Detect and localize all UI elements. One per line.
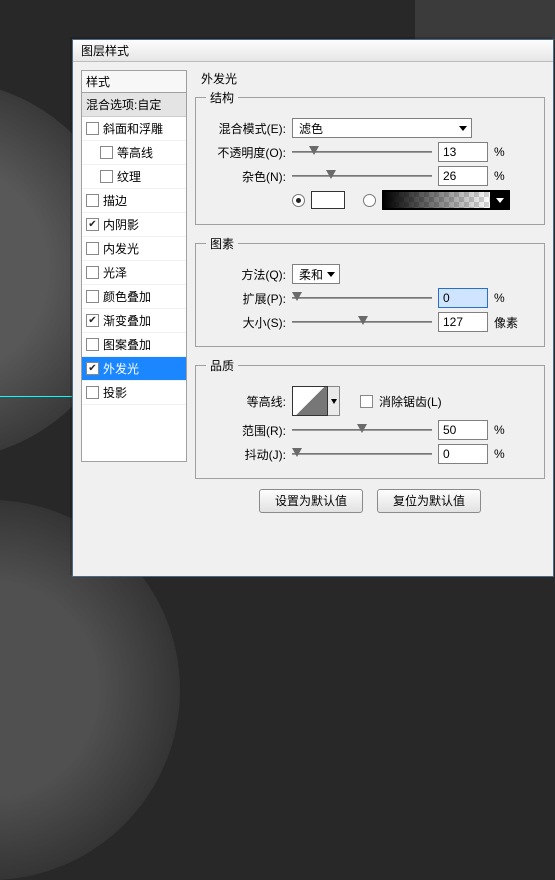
dialog-title: 图层样式 (73, 40, 553, 62)
contour-label: 等高线: (206, 393, 286, 410)
style-label: 描边 (103, 192, 127, 209)
jitter-label: 抖动(J): (206, 446, 286, 463)
opacity-label: 不透明度(O): (206, 144, 286, 161)
gradient-preview (383, 191, 491, 209)
structure-legend: 结构 (206, 89, 238, 106)
technique-value: 柔和 (299, 266, 323, 283)
antialias-checkbox[interactable] (360, 395, 373, 408)
blend-mode-value: 滤色 (299, 120, 323, 137)
chevron-down-icon (331, 399, 337, 404)
blending-options-row[interactable]: 混合选项:自定 (82, 93, 186, 117)
size-slider[interactable] (292, 314, 432, 330)
jitter-slider[interactable] (292, 446, 432, 462)
glow-color-radio[interactable] (292, 194, 305, 207)
noise-label: 杂色(N): (206, 168, 286, 185)
spread-slider[interactable] (292, 290, 432, 306)
structure-group: 结构 混合模式(E): 滤色 不透明度(O): % (195, 89, 545, 225)
style-row[interactable]: 等高线 (82, 141, 186, 165)
chevron-down-icon (496, 198, 504, 203)
contour-preview (292, 386, 328, 416)
glow-color-swatch[interactable] (311, 191, 345, 209)
chevron-down-icon (327, 272, 335, 277)
style-row[interactable]: 投影 (82, 381, 186, 405)
style-row[interactable]: 斜面和浮雕 (82, 117, 186, 141)
style-row[interactable]: 渐变叠加 (82, 309, 186, 333)
styles-list: 混合选项:自定 斜面和浮雕等高线纹理描边内阴影内发光光泽颜色叠加渐变叠加图案叠加… (81, 92, 187, 462)
reset-default-button[interactable]: 复位为默认值 (377, 489, 481, 513)
style-label: 等高线 (117, 144, 153, 161)
range-label: 范围(R): (206, 422, 286, 439)
quality-group: 品质 等高线: 消除锯齿(L) 范围(R): (195, 357, 545, 479)
technique-label: 方法(Q): (206, 266, 286, 283)
chevron-down-icon (459, 126, 467, 131)
gradient-dropdown-button[interactable] (491, 191, 509, 209)
styles-sidebar: 样式 混合选项:自定 斜面和浮雕等高线纹理描边内阴影内发光光泽颜色叠加渐变叠加图… (81, 70, 187, 513)
style-checkbox[interactable] (86, 266, 99, 279)
layer-style-dialog: 图层样式 样式 混合选项:自定 斜面和浮雕等高线纹理描边内阴影内发光光泽颜色叠加… (72, 39, 554, 577)
contour-dropdown-button[interactable] (328, 386, 340, 416)
style-label: 渐变叠加 (103, 312, 151, 329)
style-checkbox[interactable] (86, 194, 99, 207)
noise-input[interactable] (438, 166, 488, 186)
blend-mode-select[interactable]: 滤色 (292, 118, 472, 138)
style-row[interactable]: 光泽 (82, 261, 186, 285)
style-checkbox[interactable] (100, 146, 113, 159)
contour-picker[interactable] (292, 386, 340, 416)
style-label: 内阴影 (103, 216, 139, 233)
percent-unit: % (494, 423, 522, 437)
style-checkbox[interactable] (86, 338, 99, 351)
spread-input[interactable] (438, 288, 488, 308)
size-input[interactable] (438, 312, 488, 332)
style-label: 颜色叠加 (103, 288, 151, 305)
percent-unit: % (494, 447, 522, 461)
percent-unit: % (494, 169, 522, 183)
style-label: 纹理 (117, 168, 141, 185)
style-row[interactable]: 内阴影 (82, 213, 186, 237)
style-row[interactable]: 颜色叠加 (82, 285, 186, 309)
glow-gradient-radio[interactable] (363, 194, 376, 207)
style-row[interactable]: 图案叠加 (82, 333, 186, 357)
style-row[interactable]: 内发光 (82, 237, 186, 261)
range-slider[interactable] (292, 422, 432, 438)
style-label: 投影 (103, 384, 127, 401)
blend-mode-label: 混合模式(E): (206, 120, 286, 137)
style-checkbox[interactable] (86, 386, 99, 399)
style-label: 外发光 (103, 360, 139, 377)
elements-group: 图素 方法(Q): 柔和 扩展(P): % (195, 235, 545, 347)
technique-select[interactable]: 柔和 (292, 264, 340, 284)
spread-label: 扩展(P): (206, 290, 286, 307)
pixel-unit: 像素 (494, 314, 522, 331)
quality-legend: 品质 (206, 357, 238, 374)
antialias-label: 消除锯齿(L) (379, 393, 442, 410)
style-label: 内发光 (103, 240, 139, 257)
make-default-button[interactable]: 设置为默认值 (259, 489, 363, 513)
range-input[interactable] (438, 420, 488, 440)
style-row[interactable]: 描边 (82, 189, 186, 213)
elements-legend: 图素 (206, 235, 238, 252)
noise-slider[interactable] (292, 168, 432, 184)
style-label: 图案叠加 (103, 336, 151, 353)
percent-unit: % (494, 291, 522, 305)
panel-title: 外发光 (201, 70, 545, 87)
style-label: 斜面和浮雕 (103, 120, 163, 137)
styles-header[interactable]: 样式 (81, 70, 187, 92)
opacity-input[interactable] (438, 142, 488, 162)
style-checkbox[interactable] (86, 314, 99, 327)
style-row[interactable]: 纹理 (82, 165, 186, 189)
style-checkbox[interactable] (100, 170, 113, 183)
opacity-slider[interactable] (292, 144, 432, 160)
style-label: 光泽 (103, 264, 127, 281)
style-checkbox[interactable] (86, 122, 99, 135)
glow-gradient-picker[interactable] (382, 190, 510, 210)
style-checkbox[interactable] (86, 242, 99, 255)
style-checkbox[interactable] (86, 218, 99, 231)
style-checkbox[interactable] (86, 290, 99, 303)
options-panel: 外发光 结构 混合模式(E): 滤色 不透明度(O): % (195, 70, 545, 513)
size-label: 大小(S): (206, 314, 286, 331)
percent-unit: % (494, 145, 522, 159)
jitter-input[interactable] (438, 444, 488, 464)
style-row[interactable]: 外发光 (82, 357, 186, 381)
style-checkbox[interactable] (86, 362, 99, 375)
